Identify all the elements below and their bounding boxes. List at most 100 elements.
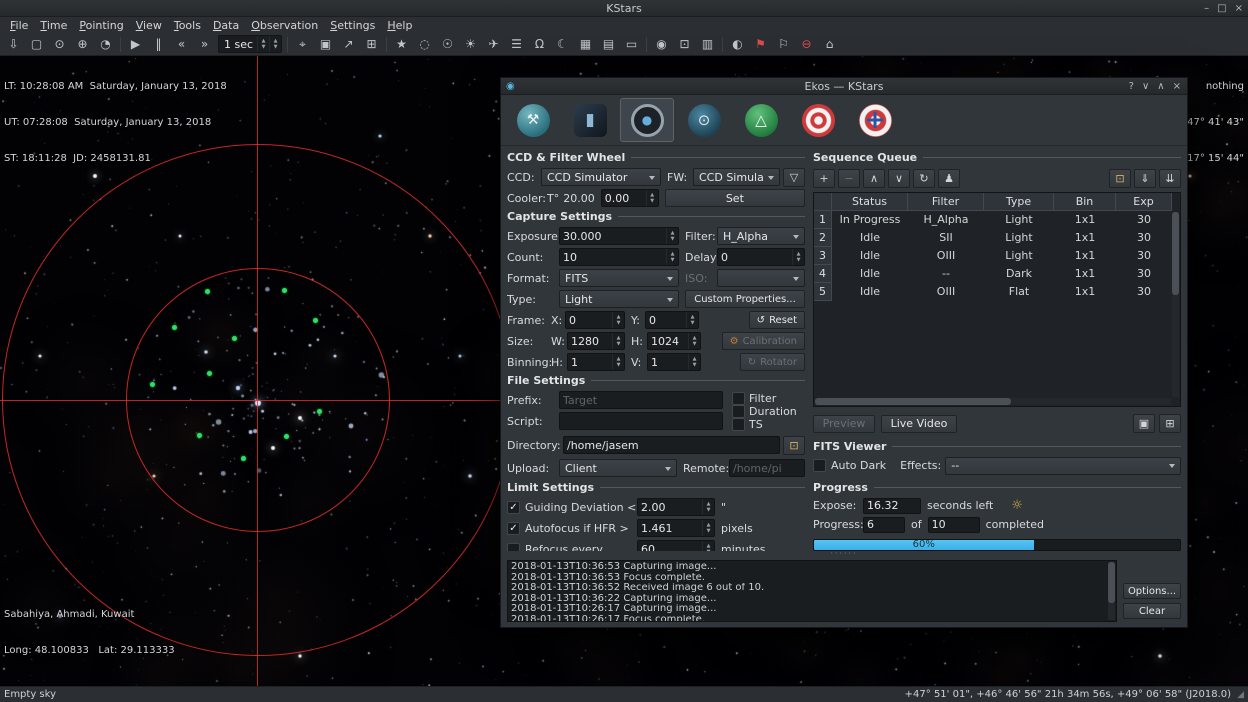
menu-settings[interactable]: Settings: [324, 19, 381, 32]
cell-status-1[interactable]: In Progress: [832, 211, 908, 229]
log-output[interactable]: 2018-01-13T10:36:53 Capturing image... 2…: [507, 560, 1117, 622]
frame-y-spinbox[interactable]: [645, 311, 699, 329]
show-satellites-icon[interactable]: ✈: [482, 34, 505, 55]
help-icon[interactable]: ?: [1129, 81, 1134, 92]
show-in-fits-viewer-button[interactable]: ▣: [1133, 414, 1155, 433]
slew-icon[interactable]: ↗: [337, 34, 360, 55]
fw-select[interactable]: CCD Simulator: [693, 168, 780, 186]
cell-exp-5[interactable]: 30: [1116, 283, 1172, 301]
cell-type-2[interactable]: Light: [984, 229, 1054, 247]
window-titlebar[interactable]: KStars – □ ×: [0, 0, 1248, 17]
menu-view[interactable]: View: [130, 19, 168, 32]
cell-type-5[interactable]: Flat: [984, 283, 1054, 301]
play-clock-icon[interactable]: ▶: [124, 34, 147, 55]
effects-select[interactable]: --: [945, 457, 1181, 475]
delay-input[interactable]: [718, 251, 792, 264]
ekos-titlebar[interactable]: ◉ Ekos — KStars ? ∨ ∧ ×: [501, 78, 1187, 95]
show-stars-icon[interactable]: ★: [390, 34, 413, 55]
log-splitter-handle[interactable]: [501, 551, 1187, 557]
prefix-input[interactable]: [559, 391, 723, 409]
spin-arrows-icon[interactable]: [702, 541, 714, 551]
autofocus-hfr-spinbox[interactable]: [637, 519, 715, 537]
directory-input[interactable]: [563, 436, 780, 454]
exposure-input[interactable]: [560, 230, 666, 243]
spin-arrows-icon[interactable]: [666, 228, 678, 244]
upload-select[interactable]: Client: [559, 459, 677, 477]
menu-file[interactable]: File: [4, 19, 34, 32]
frame-x-input[interactable]: [566, 314, 612, 327]
menu-pointing[interactable]: Pointing: [73, 19, 129, 32]
cell-bin-1[interactable]: 1x1: [1054, 211, 1116, 229]
cell-bin-3[interactable]: 1x1: [1054, 247, 1116, 265]
cell-exp-4[interactable]: 30: [1116, 265, 1172, 283]
cell-bin-2[interactable]: 1x1: [1054, 229, 1116, 247]
cell-exp-3[interactable]: 30: [1116, 247, 1172, 265]
timestep-spinbox[interactable]: 1 sec: [218, 35, 282, 53]
list-flags-icon[interactable]: ⚐: [772, 34, 795, 55]
ccd-select[interactable]: CCD Simulator: [541, 168, 661, 186]
script-input[interactable]: [559, 412, 723, 430]
spin-arrows-icon[interactable]: [688, 354, 700, 370]
shade-down-icon[interactable]: ∨: [1142, 81, 1149, 92]
live-video-button[interactable]: Live Video: [881, 415, 957, 433]
show-horizon-icon[interactable]: ▭: [620, 34, 643, 55]
cell-filter-2[interactable]: SII: [908, 229, 984, 247]
move-job-down-button[interactable]: ∨: [888, 169, 910, 188]
save-sequence-as-button[interactable]: ⇊: [1159, 169, 1181, 188]
autofocus-hfr-checkbox[interactable]: ✓: [507, 522, 520, 535]
table-vertical-scrollbar[interactable]: [1172, 212, 1179, 397]
filter-checkbox[interactable]: [732, 392, 745, 405]
open-sequence-button[interactable]: ⊡: [1109, 169, 1131, 188]
clear-log-button[interactable]: Clear: [1123, 603, 1181, 619]
duration-checkbox[interactable]: [732, 405, 745, 418]
width-spinbox[interactable]: [567, 332, 625, 350]
auto-dark-checkbox[interactable]: [813, 459, 826, 472]
pause-clock-icon[interactable]: ‖: [147, 34, 170, 55]
type-select[interactable]: Light: [559, 290, 679, 308]
spin-arrows-icon[interactable]: [612, 333, 624, 349]
options-button[interactable]: Options...: [1123, 583, 1181, 599]
menu-tools[interactable]: Tools: [168, 19, 207, 32]
close-icon[interactable]: ×: [1235, 3, 1243, 14]
menu-time[interactable]: Time: [34, 19, 73, 32]
fov-symbol-icon[interactable]: ▢: [25, 34, 48, 55]
cell-type-4[interactable]: Dark: [984, 265, 1054, 283]
scrollbar-thumb[interactable]: [815, 398, 1011, 405]
cell-status-4[interactable]: Idle: [832, 265, 908, 283]
show-equatorial-grid-icon[interactable]: ▦: [574, 34, 597, 55]
indi-panel-icon[interactable]: ⊡: [673, 34, 696, 55]
bin-h-spinbox[interactable]: [567, 353, 625, 371]
capture-image-icon[interactable]: ▣: [314, 34, 337, 55]
count-input[interactable]: [560, 251, 666, 264]
cell-bin-5[interactable]: 1x1: [1054, 283, 1116, 301]
tab-align[interactable]: [848, 98, 902, 142]
table-horizontal-scrollbar[interactable]: [815, 398, 1171, 405]
exposure-spinbox[interactable]: [559, 227, 679, 245]
maximize-icon[interactable]: □: [1217, 3, 1226, 14]
show-deepsky-icon[interactable]: ◌: [413, 34, 436, 55]
observer-button[interactable]: ♟: [938, 169, 960, 188]
tab-capture[interactable]: ●: [620, 98, 674, 142]
spin-arrows-icon[interactable]: [612, 354, 624, 370]
menu-help[interactable]: Help: [381, 19, 418, 32]
ekos-icon[interactable]: ◉: [650, 34, 673, 55]
refocus-every-input[interactable]: [638, 543, 702, 552]
guiding-deviation-checkbox[interactable]: ✓: [507, 501, 520, 514]
cell-exp-2[interactable]: 30: [1116, 229, 1172, 247]
add-job-button[interactable]: +: [813, 169, 835, 188]
bin-v-input[interactable]: [648, 356, 688, 369]
width-input[interactable]: [568, 335, 612, 348]
scrollbar-thumb[interactable]: [1172, 212, 1179, 295]
coordinates-grid-icon[interactable]: ⊞: [360, 34, 383, 55]
spin-arrows-icon[interactable]: [702, 520, 714, 536]
cell-filter-3[interactable]: OIII: [908, 247, 984, 265]
timestep-unit-arrows-icon[interactable]: [269, 36, 281, 52]
show-constellation-names-icon[interactable]: Ω: [528, 34, 551, 55]
format-select[interactable]: FITS: [559, 269, 679, 287]
time-step-forward-icon[interactable]: »: [193, 34, 216, 55]
save-sequence-button[interactable]: ⇓: [1134, 169, 1156, 188]
count-spinbox[interactable]: [559, 248, 679, 266]
cell-type-1[interactable]: Light: [984, 211, 1054, 229]
find-object-icon[interactable]: ⊙: [48, 34, 71, 55]
cell-filter-1[interactable]: H_Alpha: [908, 211, 984, 229]
